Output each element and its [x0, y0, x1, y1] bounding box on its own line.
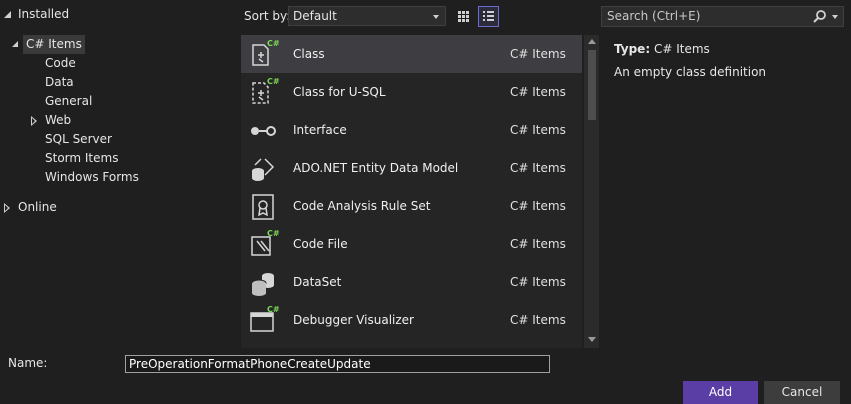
tree-label: Windows Forms — [45, 170, 139, 184]
sort-bar: Sort by: Default — [240, 0, 582, 34]
dataset-icon — [251, 273, 274, 296]
tree-node-sql-server[interactable]: SQL Server — [45, 130, 112, 149]
add-button[interactable]: Add — [683, 381, 758, 404]
chevron-down-icon — [433, 15, 439, 19]
small-icons-view-button[interactable] — [453, 6, 474, 27]
template-category: C# Items — [510, 47, 566, 61]
template-name: Code Analysis Rule Set — [293, 199, 431, 213]
collapse-arrow-icon[interactable] — [4, 11, 11, 18]
sort-by-value: Default — [293, 9, 337, 23]
csharp-badge-icon: C# — [267, 305, 280, 314]
list-item[interactable]: Interface C# Items — [241, 111, 582, 149]
name-field[interactable] — [125, 355, 550, 373]
csharp-badge-icon: C# — [267, 77, 280, 86]
tree-node-windows-forms[interactable]: Windows Forms — [45, 168, 139, 187]
template-category: C# Items — [510, 123, 566, 137]
tree-label-csharp-items: C# Items — [23, 35, 85, 54]
template-category: C# Items — [510, 275, 566, 289]
tree-label: Web — [45, 113, 72, 127]
search-input[interactable]: Search (Ctrl+E) — [607, 9, 700, 23]
template-category: C# Items — [510, 85, 566, 99]
cancel-button[interactable]: Cancel — [764, 381, 840, 404]
entity-model-icon — [252, 158, 275, 181]
template-name: Class — [293, 47, 325, 61]
tree-label: SQL Server — [45, 132, 112, 146]
scroll-up-icon[interactable] — [588, 39, 596, 44]
type-label: Type: — [614, 42, 651, 56]
tree-label: Code — [45, 56, 76, 70]
details-panel: Type: C# Items An empty class definition — [614, 40, 844, 82]
collapse-arrow-icon[interactable] — [12, 41, 18, 47]
tree-label: Data — [45, 75, 74, 89]
template-name: Class for U-SQL — [293, 85, 386, 99]
template-description: An empty class definition — [614, 65, 767, 79]
tree-node-code[interactable]: Code — [45, 54, 76, 73]
template-category: C# Items — [510, 237, 566, 251]
name-label: Name: — [8, 356, 48, 370]
scrollbar-thumb[interactable] — [588, 50, 596, 120]
type-value: C# Items — [653, 42, 710, 56]
template-name: Code File — [293, 237, 348, 251]
tree-node-data[interactable]: Data — [45, 73, 74, 92]
chevron-down-icon[interactable] — [832, 15, 838, 19]
list-item[interactable]: Code Analysis Rule Set C# Items — [241, 187, 582, 225]
template-category: C# Items — [510, 313, 566, 327]
csharp-badge-icon: C# — [267, 39, 280, 48]
expand-arrow-icon[interactable] — [4, 203, 10, 213]
list-item[interactable]: C# Class for U-SQL C# Items — [241, 73, 582, 111]
list-view-button[interactable] — [478, 6, 499, 27]
template-list: C# Class C# Items C# Class for U-SQL C# … — [241, 35, 582, 348]
interface-icon — [251, 126, 276, 136]
list-item[interactable]: ADO.NET Entity Data Model C# Items — [241, 149, 582, 187]
list-item[interactable]: C# Code File C# Items — [241, 225, 582, 263]
list-item[interactable]: C# Debugger Visualizer C# Items — [241, 301, 582, 339]
tree-label-online: Online — [18, 200, 57, 214]
search-box[interactable]: Search (Ctrl+E) — [601, 6, 844, 27]
rule-set-icon — [252, 194, 274, 220]
tree-label: General — [45, 94, 93, 108]
tree-label: Storm Items — [45, 151, 119, 165]
grid-view-icon — [458, 11, 469, 22]
tree-node-general[interactable]: General — [45, 92, 92, 111]
csharp-badge-icon: C# — [267, 229, 280, 238]
template-category: C# Items — [510, 161, 566, 175]
template-category: C# Items — [510, 199, 566, 213]
template-name: DataSet — [293, 275, 342, 289]
sort-by-dropdown[interactable]: Default — [288, 6, 446, 26]
tree-label-installed: Installed — [18, 7, 70, 21]
list-view-icon — [483, 11, 494, 21]
scroll-down-icon[interactable] — [588, 337, 596, 342]
expand-arrow-icon[interactable] — [31, 116, 37, 126]
sort-by-label: Sort by: — [244, 9, 291, 23]
search-icon[interactable] — [813, 10, 827, 24]
list-item[interactable]: DataSet C# Items — [241, 263, 582, 301]
list-item[interactable]: C# Class C# Items — [241, 35, 582, 73]
template-name: Debugger Visualizer — [293, 313, 414, 327]
category-tree: Installed C# Items Code Data General Web… — [0, 0, 240, 348]
template-name: Interface — [293, 123, 347, 137]
template-name: ADO.NET Entity Data Model — [293, 161, 459, 175]
tree-node-storm-items[interactable]: Storm Items — [45, 149, 118, 168]
